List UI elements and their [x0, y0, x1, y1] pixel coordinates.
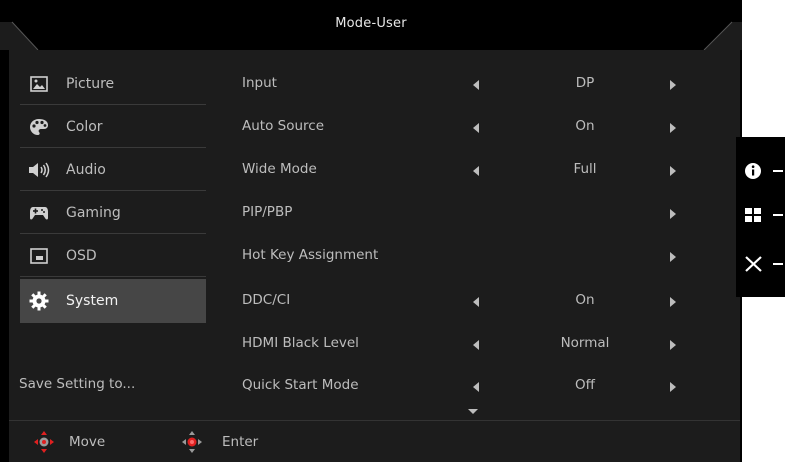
- sidebar-item-label: System: [66, 293, 119, 309]
- grid-key[interactable]: [743, 204, 785, 226]
- right-arrow-icon[interactable]: [670, 166, 676, 176]
- left-arrow-icon[interactable]: [473, 80, 479, 90]
- sidebar-item-label: OSD: [66, 247, 97, 264]
- sidebar-item-picture[interactable]: Picture: [20, 63, 206, 105]
- osd-footer: [9, 421, 740, 462]
- left-arrow-icon[interactable]: [473, 382, 479, 392]
- move-hint: Move: [69, 434, 106, 450]
- osd-icon: [28, 245, 50, 267]
- left-arrow-icon[interactable]: [473, 166, 479, 176]
- close-key[interactable]: [743, 253, 785, 275]
- setting-value: DP: [575, 75, 595, 91]
- osd-window: Mode-User Picture Color Audio Gaming OSD: [0, 0, 742, 462]
- sidebar-item-color[interactable]: Color: [20, 106, 206, 148]
- sidebar-item-system[interactable]: System: [20, 279, 206, 323]
- right-arrow-icon[interactable]: [670, 80, 676, 90]
- gamepad-icon: [28, 202, 50, 224]
- gear-icon: [28, 290, 50, 312]
- scroll-down-icon[interactable]: [468, 409, 478, 414]
- sidebar-item-label: Gaming: [66, 204, 121, 221]
- setting-label: Input: [242, 75, 277, 91]
- grid-icon: [745, 208, 761, 222]
- palette-icon: [28, 116, 50, 138]
- setting-label: Quick Start Mode: [242, 377, 359, 393]
- setting-value: Normal: [560, 335, 610, 351]
- picture-icon: [28, 73, 50, 95]
- sidebar-item-audio[interactable]: Audio: [20, 149, 206, 191]
- joystick-move-icon: [34, 431, 54, 453]
- left-arrow-icon[interactable]: [473, 340, 479, 350]
- enter-hint: Enter: [222, 434, 259, 450]
- setting-label: PIP/PBP: [242, 204, 293, 220]
- osd-header: Mode-User: [0, 0, 742, 50]
- key-indicator: [773, 170, 783, 172]
- setting-row-ddc-ci[interactable]: DDC/CI On: [242, 292, 722, 312]
- setting-value: Off: [575, 377, 595, 393]
- setting-value: Full: [573, 161, 597, 177]
- key-indicator: [773, 263, 783, 265]
- setting-row-quick-start-mode[interactable]: Quick Start Mode Off: [242, 377, 722, 397]
- setting-row-auto-source[interactable]: Auto Source On: [242, 118, 722, 138]
- page-title: Mode-User: [335, 16, 407, 31]
- sidebar-item-label: Color: [66, 118, 103, 135]
- sidebar-item-osd[interactable]: OSD: [20, 235, 206, 277]
- setting-value: On: [575, 292, 595, 308]
- right-arrow-icon[interactable]: [670, 209, 676, 219]
- hotkey-strip: [736, 137, 785, 297]
- setting-row-hdmi-black-level[interactable]: HDMI Black Level Normal: [242, 335, 722, 355]
- setting-row-pip-pbp[interactable]: PIP/PBP: [242, 204, 722, 224]
- right-arrow-icon[interactable]: [670, 382, 676, 392]
- left-arrow-icon[interactable]: [473, 123, 479, 133]
- setting-row-wide-mode[interactable]: Wide Mode Full: [242, 161, 722, 181]
- setting-label: Wide Mode: [242, 161, 317, 177]
- left-arrow-icon[interactable]: [473, 297, 479, 307]
- setting-row-input[interactable]: Input DP: [242, 75, 722, 95]
- save-setting-label[interactable]: Save Setting to...: [19, 376, 135, 392]
- info-icon: [745, 163, 761, 179]
- setting-row-hot-key-assignment[interactable]: Hot Key Assignment: [242, 247, 722, 267]
- right-arrow-icon[interactable]: [670, 252, 676, 262]
- sidebar-item-label: Audio: [66, 161, 106, 178]
- setting-label: Auto Source: [242, 118, 325, 134]
- setting-label: HDMI Black Level: [242, 335, 359, 351]
- setting-label: DDC/CI: [242, 292, 291, 308]
- sidebar-item-gaming[interactable]: Gaming: [20, 192, 206, 234]
- right-arrow-icon[interactable]: [670, 123, 676, 133]
- setting-value: On: [575, 118, 595, 134]
- right-arrow-icon[interactable]: [670, 297, 676, 307]
- key-indicator: [773, 214, 783, 216]
- right-arrow-icon[interactable]: [670, 340, 676, 350]
- close-icon: [745, 256, 762, 272]
- sidebar-item-label: Picture: [66, 75, 115, 92]
- speaker-icon: [28, 159, 50, 181]
- joystick-enter-icon: [182, 431, 202, 453]
- info-key[interactable]: [743, 160, 785, 182]
- setting-label: Hot Key Assignment: [242, 247, 379, 263]
